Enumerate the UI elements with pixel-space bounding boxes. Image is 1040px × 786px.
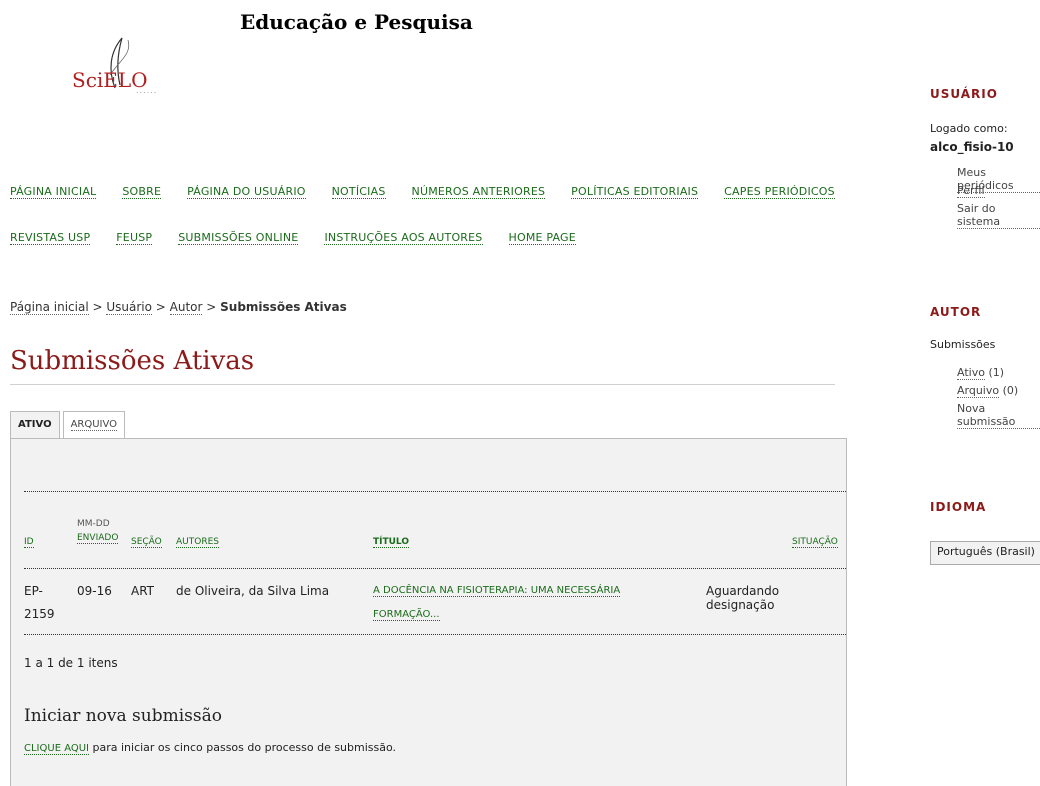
tab-bar: ATIVO ARQUIVO <box>10 411 128 439</box>
journal-title: Educação e Pesquisa <box>240 10 473 34</box>
breadcrumb-sep: > <box>88 300 107 314</box>
language-select[interactable]: Português (Brasil) <box>930 541 1040 565</box>
new-submission-desc: para iniciar os cinco passos do processo… <box>89 741 397 754</box>
profile-link[interactable]: Perfil <box>957 184 985 198</box>
secondary-nav: REVISTAS USP FEUSP SUBMISSÕES ONLINE INS… <box>10 231 576 245</box>
tab-archive-label[interactable]: ARQUIVO <box>70 419 118 431</box>
header-rule <box>24 568 846 569</box>
active-item: Ativo (1) <box>957 366 1005 380</box>
scielo-logo[interactable]: SciELO ...... <box>60 30 170 100</box>
new-submission-text: CLIQUE AQUI para iniciar os cinco passos… <box>24 741 397 755</box>
breadcrumb-sep: > <box>151 300 170 314</box>
active-count: (1) <box>984 366 1005 379</box>
table-top-rule <box>24 491 846 492</box>
nav-revistas-usp[interactable]: REVISTAS USP <box>10 231 91 245</box>
nav-capes[interactable]: CAPES PERIÓDICOS <box>724 185 835 199</box>
nav-user-page[interactable]: PÁGINA DO USUÁRIO <box>187 185 306 199</box>
breadcrumb-sep: > <box>202 300 221 314</box>
logo-dots: ...... <box>136 86 158 95</box>
click-here-link[interactable]: CLIQUE AQUI <box>24 743 89 755</box>
sidebar-language-heading: IDIOMA <box>930 500 987 514</box>
sidebar-user-heading: USUÁRIO <box>930 87 998 101</box>
nav-about[interactable]: SOBRE <box>122 185 162 199</box>
col-header-id[interactable]: ID <box>24 537 34 548</box>
col-header-section[interactable]: SEÇÃO <box>131 537 162 548</box>
submissions-label: Submissões <box>930 338 996 351</box>
username: alco_fisio-10 <box>930 140 1014 154</box>
col-header-date-top: MM-DD <box>77 519 110 529</box>
row-id-prefix: EP- <box>24 584 43 598</box>
nav-news[interactable]: NOTÍCIAS <box>331 185 386 199</box>
nav-home[interactable]: PÁGINA INICIAL <box>10 185 97 199</box>
nav-online-submissions[interactable]: SUBMISSÕES ONLINE <box>178 231 299 245</box>
tab-active[interactable]: ATIVO <box>10 411 60 439</box>
logged-as-label: Logado como: <box>930 122 1008 135</box>
row-rule <box>24 634 846 635</box>
new-submission-link[interactable]: Nova submissão <box>957 402 1040 429</box>
col-header-title[interactable]: TÍTULO <box>373 537 409 548</box>
breadcrumb-current: Submissões Ativas <box>220 300 347 314</box>
row-section: ART <box>131 584 155 598</box>
page-title: Submissões Ativas <box>10 346 835 385</box>
nav-author-instructions[interactable]: INSTRUÇÕES AOS AUTORES <box>324 231 483 245</box>
nav-back-issues[interactable]: NÚMEROS ANTERIORES <box>411 185 546 199</box>
breadcrumb: Página inicial > Usuário > Autor > Submi… <box>10 300 347 315</box>
row-status: Aguardando designação <box>706 584 780 612</box>
row-authors: de Oliveira, da Silva Lima <box>176 584 330 598</box>
row-id-number: 2159 <box>24 607 55 621</box>
nav-feusp[interactable]: FEUSP <box>116 231 153 245</box>
breadcrumb-user[interactable]: Usuário <box>106 300 152 315</box>
logout-link[interactable]: Sair do sistema <box>957 202 1040 229</box>
archive-link[interactable]: Arquivo <box>957 384 1000 398</box>
breadcrumb-home[interactable]: Página inicial <box>10 300 89 315</box>
row-date: 09-16 <box>77 584 112 598</box>
language-selected: Português (Brasil) <box>937 545 1035 558</box>
col-header-status[interactable]: SITUAÇÃO <box>792 537 838 548</box>
item-count: 1 a 1 de 1 itens <box>24 656 118 670</box>
tab-archive[interactable]: ARQUIVO <box>62 411 126 439</box>
primary-nav: PÁGINA INICIAL SOBRE PÁGINA DO USUÁRIO N… <box>10 185 835 199</box>
col-header-date[interactable]: ENVIADO <box>77 533 119 544</box>
archive-item: Arquivo (0) <box>957 384 1019 398</box>
submissions-panel: ID MM-DD ENVIADO SEÇÃO AUTORES TÍTULO SI… <box>10 438 847 786</box>
col-header-authors[interactable]: AUTORES <box>176 537 219 548</box>
row-title-link[interactable]: A DOCÊNCIA NA FISIOTERAPIA: UMA NECESSÁR… <box>373 585 621 597</box>
active-link[interactable]: Ativo <box>957 366 985 380</box>
archive-count: (0) <box>999 384 1019 397</box>
nav-editorial-policies[interactable]: POLÍTICAS EDITORIAIS <box>571 185 699 199</box>
row-title-link-cont[interactable]: FORMAÇÃO... <box>373 609 440 621</box>
new-submission-heading: Iniciar nova submissão <box>24 706 222 726</box>
breadcrumb-author[interactable]: Autor <box>169 300 203 315</box>
nav-home-page[interactable]: HOME PAGE <box>508 231 576 245</box>
tab-active-label: ATIVO <box>18 419 52 430</box>
sidebar-author-heading: AUTOR <box>930 305 982 319</box>
